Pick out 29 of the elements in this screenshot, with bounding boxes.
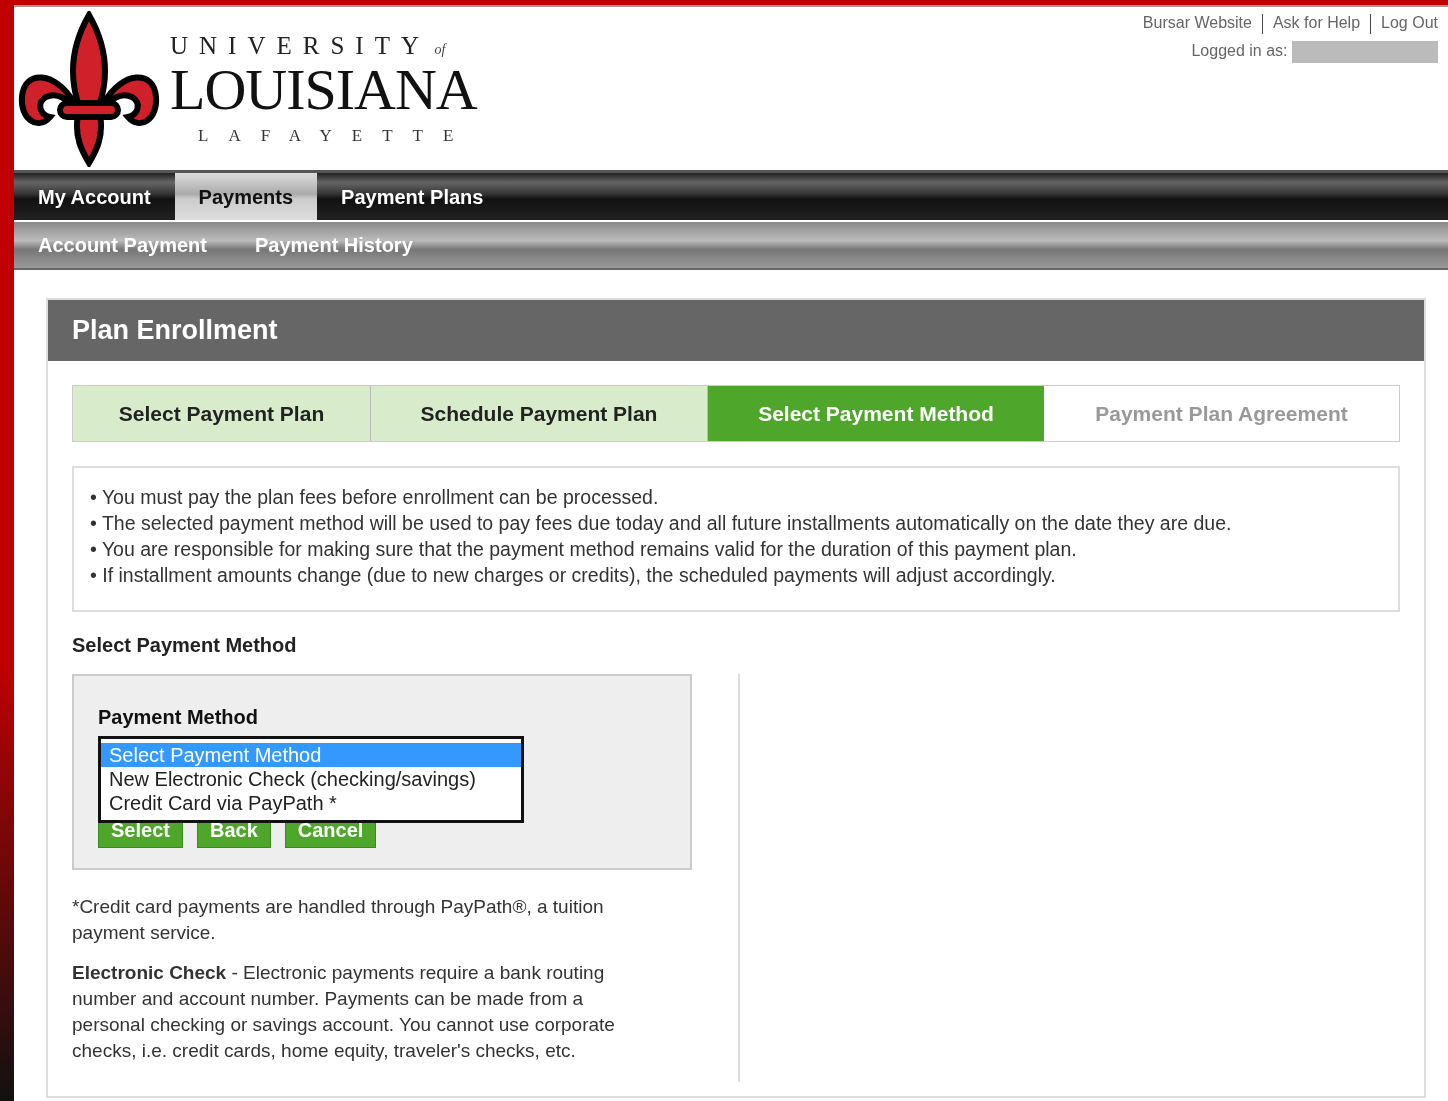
- logo-text: LAFAYETTE: [197, 127, 475, 144]
- notice-item: • The selected payment method will be used to pay fees due today and all future installments automatically on the date they are due.: [90, 511, 1233, 536]
- panel-title: Plan Enrollment: [48, 300, 1424, 361]
- wizard-step: Select Payment Plan: [73, 385, 371, 441]
- wizard-step: Select Payment Method: [708, 385, 1044, 441]
- dropdown-option[interactable]: Credit Card via PayPath *: [101, 791, 521, 815]
- logo-text: of: [434, 42, 446, 57]
- fleur-de-lis-icon: [16, 10, 162, 167]
- dropdown-option[interactable]: New Electronic Check (checking/savings): [101, 767, 521, 791]
- dropdown-list[interactable]: Select Payment Method New Electronic Check (checking/savings) Credit Card via PayPath *: [98, 736, 524, 823]
- section-title: Select Payment Method: [72, 633, 298, 658]
- nav-tab[interactable]: Payments: [174, 173, 318, 220]
- logo-wordmark: LOUISIANA: [170, 61, 477, 119]
- header-link[interactable]: Ask for Help: [1272, 14, 1361, 31]
- notice-item: • You are responsible for making sure that the payment method remains valid for the duration of this payment plan.: [90, 537, 1078, 562]
- subnav-link[interactable]: Account Payment: [38, 222, 207, 268]
- field-label: Payment Method: [98, 705, 260, 730]
- nav-tab[interactable]: Payment Plans: [317, 173, 508, 220]
- header-link[interactable]: Log Out: [1381, 14, 1438, 31]
- logo-text: UNIVERSITY: [170, 32, 430, 59]
- help-paragraph: *Credit card payments are handled through PayPath®, a tuition payment service.: [72, 895, 605, 945]
- notice-item: • If installment amounts change (due to new charges or credits), the scheduled payments will adjust accordingly.: [90, 563, 1057, 588]
- logged-in-label: Logged in as:: [1191, 42, 1288, 59]
- notice-item: • You must pay the plan fees before enrollment can be processed.: [90, 485, 660, 510]
- nav-tab[interactable]: My Account: [14, 173, 175, 220]
- wizard-step: Schedule Payment Plan: [371, 385, 708, 441]
- subnav-link[interactable]: Payment History: [254, 222, 413, 268]
- header-link[interactable]: Bursar Website: [1142, 14, 1252, 31]
- help-paragraph: Electronic Check - Electronic payments require a bank routing number and account number. Payments can be made from a personal checking or savings account. You cannot use corporate checks, i.e. credit cards, home equity, traveler's checks, etc.: [72, 961, 616, 1063]
